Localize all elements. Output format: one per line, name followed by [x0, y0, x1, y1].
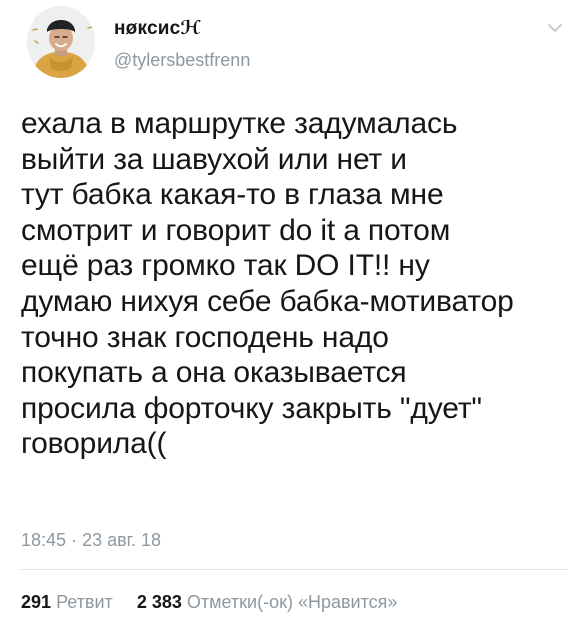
divider [20, 569, 568, 570]
tweet-time: 18:45 [21, 530, 67, 550]
tweet-card: нøксисℋ @tylersbestfrenn ехала в маршрут… [0, 0, 584, 630]
user-handle[interactable]: @tylersbestfrenn [114, 49, 250, 71]
avatar[interactable] [27, 6, 95, 78]
display-name[interactable]: нøксисℋ [114, 18, 201, 40]
meta-separator: · [71, 530, 78, 550]
retweets-stat[interactable]: 291 Ретвит [21, 592, 118, 612]
tweet-text: ехала в маршрутке задумалась выйти за ша… [21, 107, 514, 461]
likes-count: 2 383 [136, 592, 182, 612]
retweets-label: Ретвит [56, 592, 113, 612]
tweet-stats: 291 Ретвит 2 383 Отметки(-ок) «Нравится» [21, 592, 397, 612]
chevron-down-icon[interactable] [544, 20, 566, 36]
retweets-count: 291 [21, 592, 52, 612]
avatar-image [27, 6, 95, 78]
tweet-timestamp[interactable]: 18:45 · 23 авг. 18 [21, 530, 161, 550]
likes-stat[interactable]: 2 383 Отметки(-ок) «Нравится» [132, 592, 398, 612]
likes-label: Отметки(-ок) «Нравится» [186, 592, 398, 612]
tweet-date: 23 авг. 18 [82, 530, 162, 550]
